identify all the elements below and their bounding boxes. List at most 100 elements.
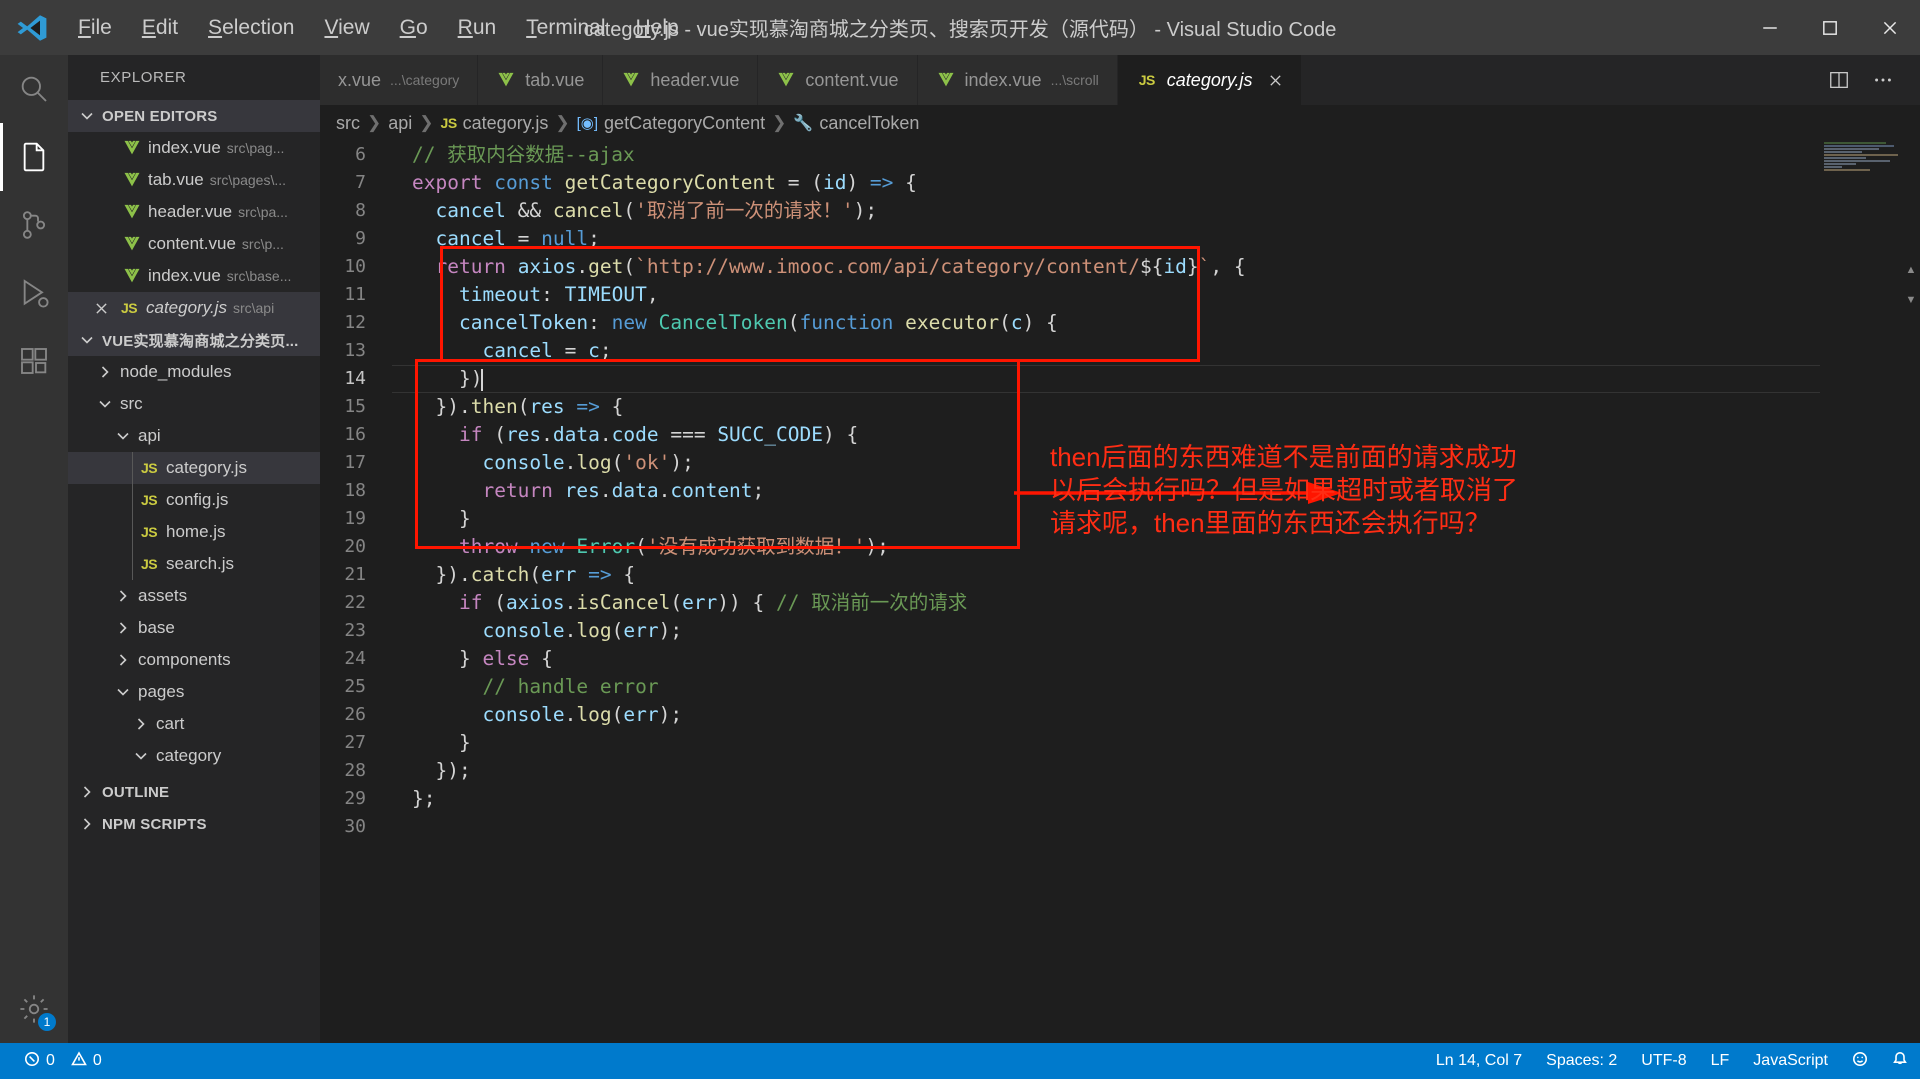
open-editor-item[interactable]: tab.vue src\pages\... xyxy=(68,164,320,196)
open-editor-item[interactable]: header.vue src\pa... xyxy=(68,196,320,228)
menu-go[interactable]: Go xyxy=(386,10,442,46)
section-project-root[interactable]: VUE实现慕淘商城之分类页... xyxy=(68,324,320,356)
tab-header-vue[interactable]: header.vue xyxy=(603,55,759,105)
code-text: if (res.data.code === SUCC_CODE) { xyxy=(458,423,859,446)
minimize-icon[interactable] xyxy=(1740,0,1800,55)
tree-file-search-js[interactable]: JS search.js xyxy=(68,548,320,580)
tree-file-category-js[interactable]: JS category.js xyxy=(68,452,320,484)
search-icon[interactable] xyxy=(0,55,68,123)
code-line[interactable]: 15 }).then(res => { xyxy=(320,393,1920,421)
code-line[interactable]: 23 console.log(err); xyxy=(320,617,1920,645)
tree-file-config-js[interactable]: JS config.js xyxy=(68,484,320,516)
code-line[interactable]: 24 } else { xyxy=(320,645,1920,673)
code-line[interactable]: 14 }) xyxy=(320,365,1920,393)
status-problems[interactable]: 0 0 xyxy=(12,1043,114,1079)
menu-edit[interactable]: Edit xyxy=(128,10,192,46)
scroll-up-icon[interactable]: ▲ xyxy=(1902,261,1920,279)
tree-file-home-js[interactable]: JS home.js xyxy=(68,516,320,548)
code-line[interactable]: 9 cancel = null; xyxy=(320,225,1920,253)
menu-file[interactable]: File xyxy=(64,10,126,46)
menu-view[interactable]: View xyxy=(310,10,383,46)
menu-selection[interactable]: Selection xyxy=(194,10,308,46)
tree-folder-pages[interactable]: pages xyxy=(68,676,320,708)
breadcrumb-canceltoken[interactable]: 🔧 cancelToken xyxy=(793,113,919,134)
tree-folder-cart[interactable]: cart xyxy=(68,708,320,740)
tree-folder-components[interactable]: components xyxy=(68,644,320,676)
open-editor-item-active[interactable]: JS category.js src\api xyxy=(68,292,320,324)
tab-tab-vue[interactable]: tab.vue xyxy=(478,55,604,105)
breadcrumb-category-js[interactable]: JS category.js xyxy=(441,113,549,134)
code-text: } else { xyxy=(458,647,553,670)
section-npm-scripts[interactable]: NPM SCRIPTS xyxy=(68,808,320,840)
menu-bar[interactable]: File Edit Selection View Go Run Terminal… xyxy=(64,10,693,46)
code-line[interactable]: 22 if (axios.isCancel(err)) { // 取消前一次的请… xyxy=(320,589,1920,617)
tree-folder-node_modules[interactable]: node_modules xyxy=(68,356,320,388)
code-line[interactable]: 25 // handle error xyxy=(320,673,1920,701)
menu-run[interactable]: Run xyxy=(444,10,511,46)
code-line[interactable]: 28 }); xyxy=(320,757,1920,785)
editor-scrollbar[interactable]: ▲ ▼ xyxy=(1902,141,1920,1043)
more-actions-icon[interactable] xyxy=(1864,61,1902,99)
status-eol[interactable]: LF xyxy=(1699,1043,1742,1079)
code-line[interactable]: 8 cancel && cancel('取消了前一次的请求！'); xyxy=(320,197,1920,225)
status-encoding[interactable]: UTF-8 xyxy=(1629,1043,1698,1079)
tree-folder-base[interactable]: base xyxy=(68,612,320,644)
feedback-smiley-icon[interactable] xyxy=(1840,1043,1880,1079)
tab-scroll-index-vue[interactable]: index.vue ...\scroll xyxy=(917,55,1118,105)
tree-folder-category[interactable]: category xyxy=(68,740,320,772)
open-editor-item[interactable]: index.vue src\pag... xyxy=(68,132,320,164)
bell-icon[interactable] xyxy=(1880,1043,1920,1079)
tree-folder-assets[interactable]: assets xyxy=(68,580,320,612)
status-indentation[interactable]: Spaces: 2 xyxy=(1534,1043,1629,1079)
breadcrumb: src ❯ api ❯ JS category.js ❯ [◉] getCate… xyxy=(320,105,1920,141)
tab-category-index-vue[interactable]: x.vue ...\category xyxy=(320,55,479,105)
maximize-icon[interactable] xyxy=(1800,0,1860,55)
code-editor[interactable]: 6 // 获取内谷数据--ajax 7 export const getCategor… xyxy=(320,141,1920,1043)
menu-terminal[interactable]: Terminal xyxy=(512,10,619,46)
extensions-icon[interactable] xyxy=(0,327,68,395)
tree-folder-api[interactable]: api xyxy=(68,420,320,452)
line-number: 20 xyxy=(344,536,366,557)
section-outline[interactable]: OUTLINE xyxy=(68,776,320,808)
run-debug-icon[interactable] xyxy=(0,259,68,327)
code-line[interactable]: 27 } xyxy=(320,729,1920,757)
settings-gear-icon[interactable]: 1 xyxy=(0,975,68,1043)
split-editor-icon[interactable] xyxy=(1820,61,1858,99)
breadcrumb-getcategorycontent[interactable]: [◉] getCategoryContent xyxy=(577,113,766,134)
scroll-down-icon[interactable]: ▼ xyxy=(1902,291,1920,309)
tab-content-vue[interactable]: content.vue xyxy=(758,55,918,105)
code-line[interactable]: 29}; xyxy=(320,785,1920,813)
section-open-editors[interactable]: OPEN EDITORS xyxy=(68,100,320,132)
code-line[interactable]: 10 return axios.get(`http://www.imooc.co… xyxy=(320,253,1920,281)
tree-folder-src[interactable]: src xyxy=(68,388,320,420)
breadcrumb-api[interactable]: api xyxy=(388,113,412,134)
open-editor-item[interactable]: content.vue src\p... xyxy=(68,228,320,260)
code-text: export const getCategoryContent = (id) =… xyxy=(412,171,917,194)
status-cursor-position[interactable]: Ln 14, Col 7 xyxy=(1424,1043,1534,1079)
close-icon[interactable] xyxy=(90,302,112,315)
explorer-files-icon[interactable] xyxy=(0,123,68,191)
close-icon[interactable] xyxy=(1860,0,1920,55)
close-icon[interactable] xyxy=(1268,73,1283,88)
code-line[interactable]: 6 // 获取内谷数据--ajax xyxy=(320,141,1920,169)
code-line[interactable]: 26 console.log(err); xyxy=(320,701,1920,729)
code-line[interactable]: 30 xyxy=(320,813,1920,841)
code-lines[interactable]: 6 // 获取内谷数据--ajax 7 export const getCategor… xyxy=(320,141,1920,1043)
menu-help[interactable]: Help xyxy=(622,10,693,46)
js-file-icon: JS xyxy=(120,300,138,316)
breadcrumb-src[interactable]: src xyxy=(336,113,360,134)
line-number: 18 xyxy=(344,480,366,501)
open-editor-item[interactable]: index.vue src\base... xyxy=(68,260,320,292)
status-language-mode[interactable]: JavaScript xyxy=(1741,1043,1840,1079)
text-caret xyxy=(481,368,484,391)
source-control-icon[interactable] xyxy=(0,191,68,259)
code-scroll-region[interactable]: 6 // 获取内谷数据--ajax 7 export const getCategor… xyxy=(320,141,1920,1043)
code-line[interactable]: 11 timeout: TIMEOUT, xyxy=(320,281,1920,309)
code-line[interactable]: 12 cancelToken: new CancelToken(function… xyxy=(320,309,1920,337)
line-number: 30 xyxy=(344,816,366,837)
code-line[interactable]: 21 }).catch(err => { xyxy=(320,561,1920,589)
code-line[interactable]: 7 export const getCategoryContent = (id) … xyxy=(320,169,1920,197)
tab-category-js[interactable]: JS category.js xyxy=(1117,55,1302,105)
window-controls[interactable] xyxy=(1740,0,1920,55)
code-line[interactable]: 13 cancel = c; xyxy=(320,337,1920,365)
